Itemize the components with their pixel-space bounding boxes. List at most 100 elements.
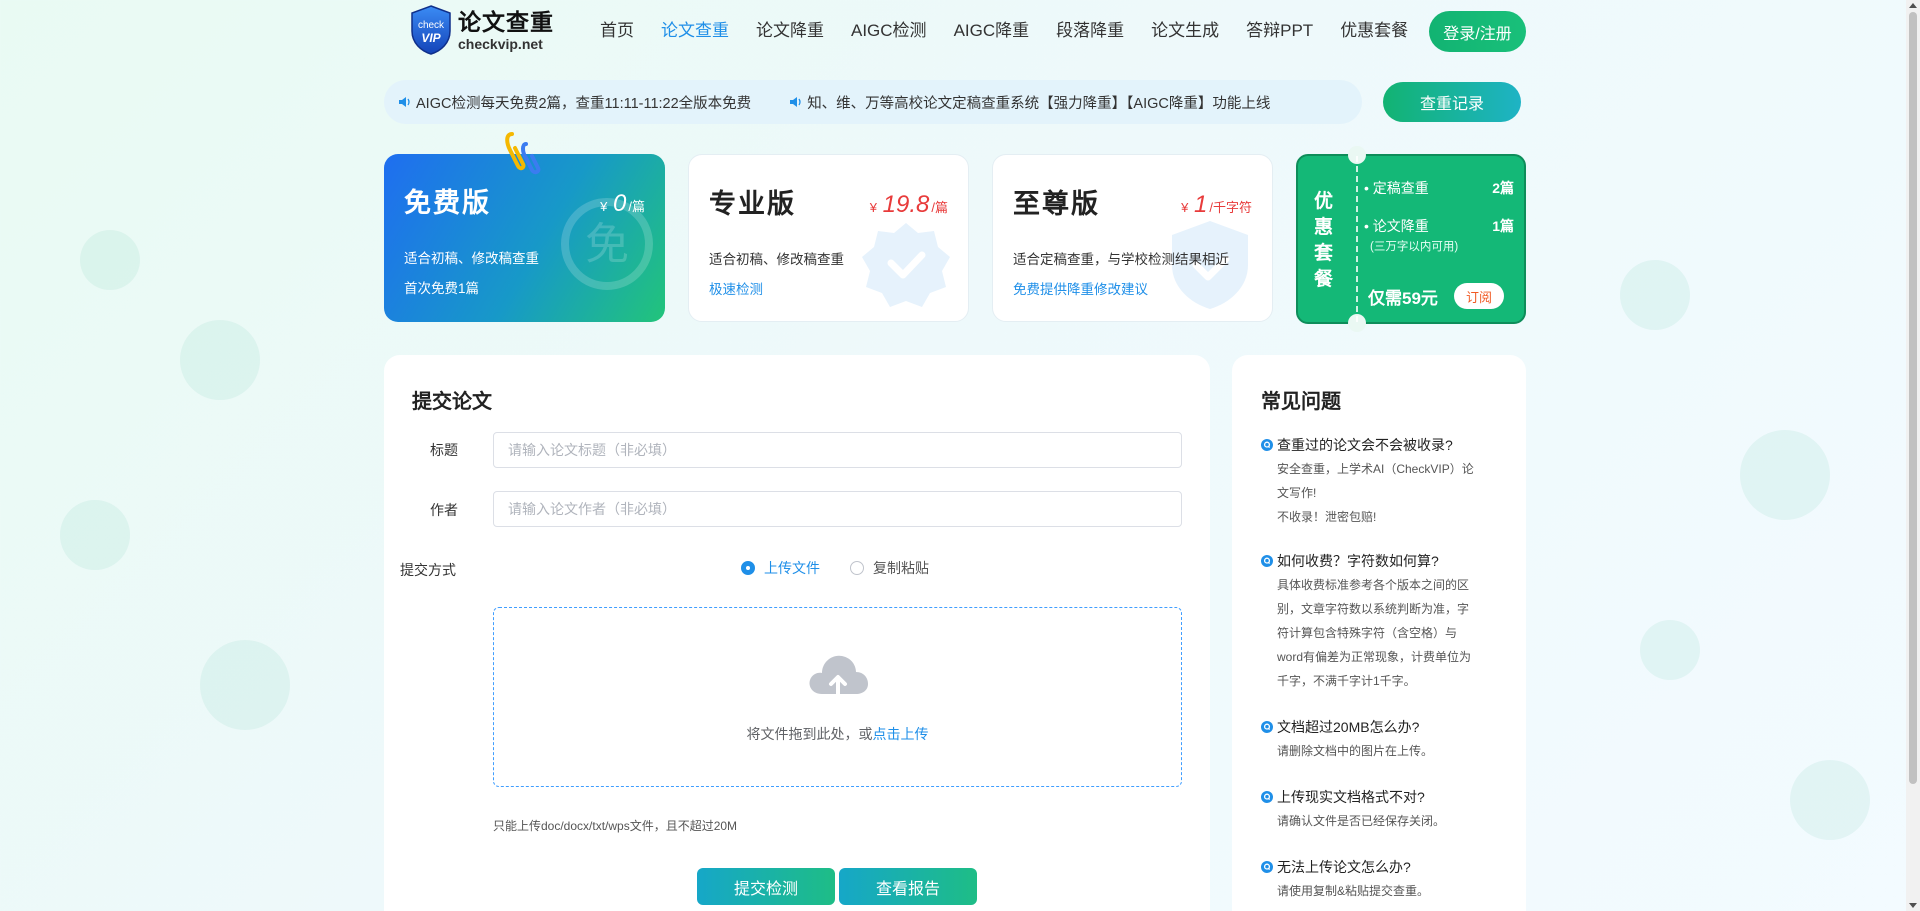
title-input[interactable] bbox=[493, 432, 1182, 468]
cloud-upload-icon bbox=[809, 655, 868, 698]
radio-dot bbox=[741, 561, 755, 575]
faq-question: 文档超过20MB怎么办? bbox=[1261, 717, 1419, 737]
login-register-button[interactable]: 登录/注册 bbox=[1429, 11, 1526, 52]
notice-bar: AIGC检测每天免费2篇，查重11:11-11:22全版本免费 知、维、万等高校… bbox=[384, 80, 1362, 124]
question-icon bbox=[1261, 721, 1273, 733]
title-label: 标题 bbox=[430, 442, 458, 458]
author-label: 作者 bbox=[430, 502, 458, 518]
question-icon bbox=[1261, 861, 1273, 873]
nav-plagiarism-check[interactable]: 论文查重 bbox=[661, 0, 729, 62]
radio-copy-paste[interactable]: 复制粘贴 bbox=[850, 558, 929, 578]
upload-tip: 只能上传doc/docx/txt/wps文件，且不超过20M bbox=[493, 819, 738, 833]
nav-aigc-reduce[interactable]: AIGC降重 bbox=[954, 0, 1030, 62]
faq-answer: 请删除文档中的图片在上传。 bbox=[1277, 744, 1434, 758]
notice-item: 知、维、万等高校论文定稿查重系统【强力降重】【AIGC降重】功能上线 bbox=[789, 92, 1270, 113]
combo-title: 优惠套餐 bbox=[1314, 191, 1334, 290]
paperclip-icon bbox=[505, 132, 541, 175]
background-decoration bbox=[180, 320, 260, 400]
background-decoration bbox=[1620, 260, 1690, 330]
submit-paper-panel: 提交论文 标题 作者 提交方式 上传文件 复制粘贴 将文件拖到此处，或点击上传 … bbox=[384, 355, 1210, 911]
plan-price: ¥ 19.8/篇 bbox=[869, 191, 948, 218]
radio-dot bbox=[850, 561, 864, 575]
question-icon bbox=[1261, 791, 1273, 803]
combo-item: • 论文降重 1篇 bbox=[1364, 218, 1514, 234]
plan-feature-link[interactable]: 免费提供降重修改建议 bbox=[1013, 278, 1148, 298]
faq-question: 如何收费？字符数如何算? bbox=[1261, 551, 1439, 571]
faq-question: 上传现实文档格式不对? bbox=[1261, 787, 1425, 807]
background-decoration bbox=[1790, 760, 1870, 840]
faq-question: 无法上传论文怎么办? bbox=[1261, 857, 1411, 877]
speaker-icon bbox=[399, 97, 410, 107]
file-drop-zone[interactable]: 将文件拖到此处，或点击上传 bbox=[493, 607, 1182, 787]
svg-text:VIP: VIP bbox=[421, 31, 441, 45]
notice-text: AIGC检测每天免费2篇，查重11:11-11:22全版本免费 bbox=[416, 95, 752, 112]
check-badge-icon bbox=[862, 223, 950, 307]
view-report-button[interactable]: 查看报告 bbox=[839, 868, 977, 905]
plan-description: 适合初稿、修改稿查重 bbox=[404, 251, 539, 266]
background-decoration bbox=[200, 640, 290, 730]
radio-upload-file[interactable]: 上传文件 bbox=[741, 558, 820, 578]
notice-text: 知、维、万等高校论文定稿查重系统【强力降重】【AIGC降重】功能上线 bbox=[807, 95, 1271, 112]
plan-price: ¥ 0/篇 bbox=[600, 190, 645, 217]
combo-item-note: (三万字以内可用) bbox=[1370, 241, 1459, 253]
nav-rewrite[interactable]: 论文降重 bbox=[756, 0, 824, 62]
combo-price: 仅需59元 bbox=[1368, 289, 1438, 308]
plan-card-free[interactable]: 免 免费版 ¥ 0/篇 适合初稿、修改稿查重 首次免费1篇 bbox=[384, 154, 665, 322]
submit-method-radio-group: 上传文件 复制粘贴 bbox=[741, 558, 959, 578]
panel-title: 提交论文 bbox=[412, 391, 492, 413]
nav-paper-generate[interactable]: 论文生成 bbox=[1151, 0, 1219, 62]
plan-name: 专业版 bbox=[709, 189, 796, 219]
background-decoration bbox=[1740, 430, 1830, 520]
background-decoration bbox=[60, 500, 130, 570]
logo-title: 论文查重 bbox=[458, 9, 554, 35]
plan-card-pro[interactable]: 专业版 ¥ 19.8/篇 适合初稿、修改稿查重 极速检测 bbox=[688, 154, 969, 322]
faq-answer: 具体收费标准参考各个版本之间的区 别，文章字符数以系统判断为准，字 符计算包含特殊字… bbox=[1277, 578, 1472, 688]
faq-answer: 安全查重，上学术AI（CheckVIP）论 文写作! 不收录！泄密包赔! bbox=[1277, 462, 1474, 524]
plan-extra: 首次免费1篇 bbox=[404, 281, 480, 296]
svg-text:免: 免 bbox=[585, 219, 629, 270]
page-scrollbar[interactable] bbox=[1906, 0, 1920, 911]
background-decoration bbox=[80, 230, 140, 290]
plan-price: ¥ 1/千字符 bbox=[1181, 191, 1252, 218]
scrollbar-thumb[interactable] bbox=[1909, 12, 1917, 784]
check-record-button[interactable]: 查重记录 bbox=[1383, 82, 1521, 122]
main-nav: 首页 论文查重 论文降重 AIGC检测 AIGC降重 段落降重 论文生成 答辩P… bbox=[600, 0, 1435, 62]
svg-text:check: check bbox=[418, 20, 445, 31]
radio-label: 复制粘贴 bbox=[873, 560, 929, 576]
upload-hint: 将文件拖到此处，或点击上传 bbox=[746, 726, 929, 742]
combo-package-card[interactable]: 优惠套餐 • 定稿查重 2篇 • 论文降重 1篇 (三万字以内可用) 仅需59元 订… bbox=[1296, 146, 1526, 332]
question-icon bbox=[1261, 555, 1273, 567]
speaker-icon bbox=[790, 97, 801, 107]
click-upload-link[interactable]: 点击上传 bbox=[873, 726, 929, 742]
background-decoration bbox=[1640, 620, 1700, 680]
subscribe-button[interactable]: 订阅 bbox=[1454, 283, 1504, 309]
logo-domain: checkvip.net bbox=[458, 36, 543, 52]
plan-name: 免费版 bbox=[404, 188, 491, 218]
faq-title: 常见问题 bbox=[1261, 391, 1341, 413]
plan-card-ultimate[interactable]: 至尊版 ¥ 1/千字符 适合定稿查重，与学校检测结果相近 免费提供降重修改建议 bbox=[992, 154, 1273, 322]
scroll-up-arrow[interactable] bbox=[1909, 3, 1917, 8]
plan-feature-link[interactable]: 极速检测 bbox=[709, 278, 763, 298]
plan-name: 至尊版 bbox=[1013, 189, 1100, 219]
faq-answer: 请使用复制&粘贴提交查重。 bbox=[1277, 884, 1430, 898]
plan-description: 适合定稿查重，与学校检测结果相近 bbox=[1013, 252, 1229, 267]
nav-aigc-detect[interactable]: AIGC检测 bbox=[851, 0, 927, 62]
ticket-divider bbox=[1356, 156, 1358, 322]
page-container: check VIP 论文查重 checkvip.net 首页 论文查重 论文降重… bbox=[384, 0, 1526, 911]
vip-shield-icon: check VIP bbox=[408, 4, 454, 56]
nav-paragraph-rewrite[interactable]: 段落降重 bbox=[1056, 0, 1124, 62]
faq-answer: 请确认文件是否已经保存关闭。 bbox=[1277, 814, 1446, 828]
scroll-down-arrow[interactable] bbox=[1909, 903, 1917, 908]
nav-packages[interactable]: 优惠套餐 bbox=[1340, 0, 1408, 62]
submit-method-label: 提交方式 bbox=[400, 562, 456, 578]
author-input[interactable] bbox=[493, 491, 1182, 527]
site-logo[interactable]: check VIP 论文查重 checkvip.net bbox=[408, 4, 554, 56]
submit-check-button[interactable]: 提交检测 bbox=[697, 868, 835, 905]
nav-defense-ppt[interactable]: 答辩PPT bbox=[1246, 0, 1313, 62]
notice-item: AIGC检测每天免费2篇，查重11:11-11:22全版本免费 bbox=[398, 92, 751, 113]
plan-description: 适合初稿、修改稿查重 bbox=[709, 252, 844, 267]
nav-home[interactable]: 首页 bbox=[600, 0, 634, 62]
faq-question: 查重过的论文会不会被收录? bbox=[1261, 435, 1453, 455]
radio-label: 上传文件 bbox=[764, 560, 820, 576]
faq-panel: 常见问题 查重过的论文会不会被收录? 安全查重，上学术AI（CheckVIP）论… bbox=[1232, 355, 1526, 911]
